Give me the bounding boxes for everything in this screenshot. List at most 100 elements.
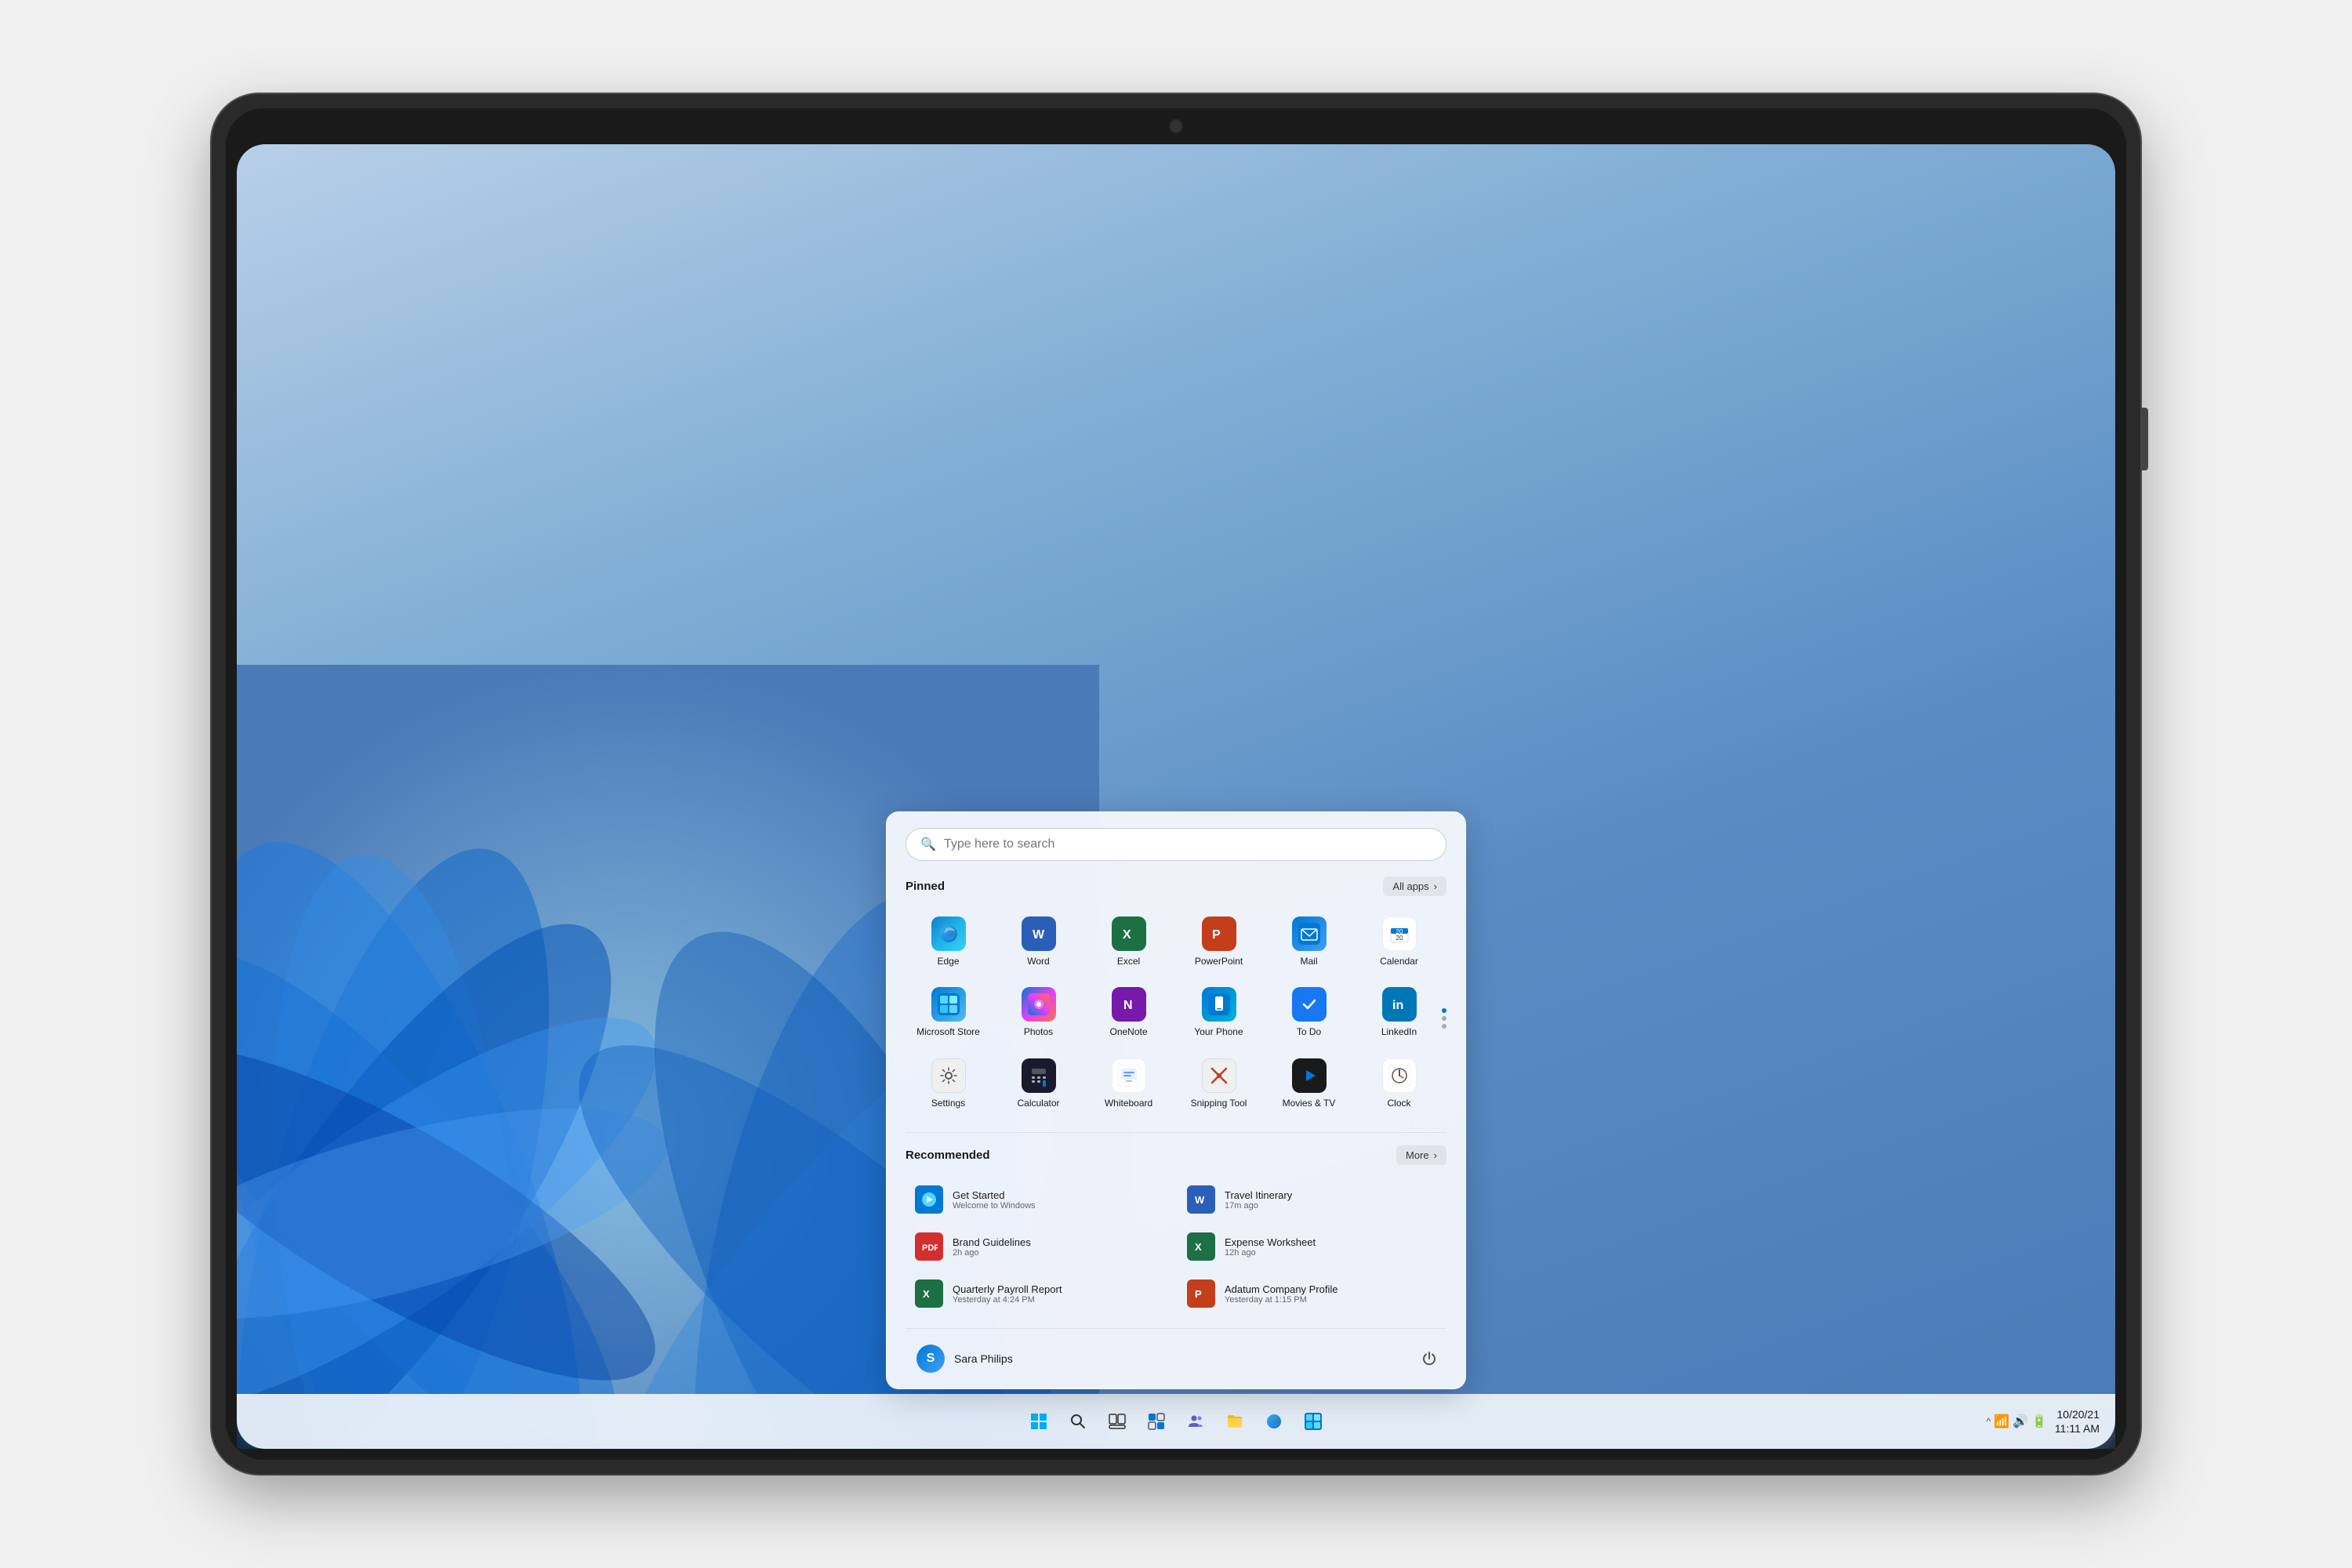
rec-item-expense[interactable]: X Expense Worksheet 12h ago bbox=[1178, 1225, 1446, 1269]
more-button[interactable]: More › bbox=[1396, 1145, 1446, 1165]
store-label: Microsoft Store bbox=[916, 1026, 980, 1037]
svg-text:PDF: PDF bbox=[922, 1243, 938, 1253]
taskbar-explorer-button[interactable] bbox=[1218, 1404, 1252, 1439]
app-item-settings[interactable]: Settings bbox=[906, 1051, 991, 1116]
photos-label: Photos bbox=[1024, 1026, 1053, 1037]
travel-icon: W bbox=[1187, 1185, 1215, 1214]
app-item-onenote[interactable]: N OneNote bbox=[1086, 979, 1171, 1045]
svg-text:P: P bbox=[1195, 1288, 1202, 1300]
app-item-linkedin[interactable]: in LinkedIn bbox=[1356, 979, 1442, 1045]
app-item-word[interactable]: W Word bbox=[996, 909, 1081, 975]
dot-2 bbox=[1442, 1016, 1446, 1021]
pinned-header: Pinned All apps › bbox=[906, 877, 1446, 896]
taskbar: ^ 📶 🔊 🔋 10/20/21 11:11 AM bbox=[237, 1394, 2115, 1449]
todo-label: To Do bbox=[1297, 1026, 1321, 1037]
dot-1 bbox=[1442, 1008, 1446, 1013]
edge-icon bbox=[931, 916, 966, 951]
movies-icon bbox=[1292, 1058, 1327, 1093]
svg-text:in: in bbox=[1392, 999, 1403, 1012]
linkedin-label: LinkedIn bbox=[1381, 1026, 1417, 1037]
app-item-snipping[interactable]: Snipping Tool bbox=[1176, 1051, 1261, 1116]
store-icon bbox=[931, 987, 966, 1022]
taskbar-store-button[interactable] bbox=[1296, 1404, 1330, 1439]
powerpoint-label: PowerPoint bbox=[1195, 956, 1243, 967]
taskbar-start-button[interactable] bbox=[1022, 1404, 1056, 1439]
rec-item-adatum[interactable]: P Adatum Company Profile Yesterday at 1:… bbox=[1178, 1272, 1446, 1316]
movies-label: Movies & TV bbox=[1283, 1098, 1336, 1109]
battery-icon: 🔋 bbox=[2031, 1414, 2047, 1429]
excel-label: Excel bbox=[1117, 956, 1140, 967]
system-icons[interactable]: ^ 📶 🔊 🔋 bbox=[1987, 1414, 2047, 1429]
app-item-movies[interactable]: Movies & TV bbox=[1266, 1051, 1352, 1116]
linkedin-icon: in bbox=[1382, 987, 1417, 1022]
all-apps-button[interactable]: All apps › bbox=[1383, 877, 1446, 896]
user-name: Sara Philips bbox=[954, 1352, 1013, 1365]
tablet-device: 🔍 Pinned All apps › bbox=[212, 94, 2140, 1474]
svg-text:P: P bbox=[1212, 928, 1221, 942]
recommended-header: Recommended More › bbox=[906, 1145, 1446, 1165]
rec-item-get-started[interactable]: Get Started Welcome to Windows bbox=[906, 1178, 1174, 1221]
word-icon: W bbox=[1022, 916, 1056, 951]
app-item-todo[interactable]: To Do bbox=[1266, 979, 1352, 1045]
calendar-label: Calendar bbox=[1380, 956, 1418, 967]
excel-icon: X bbox=[1112, 916, 1146, 951]
travel-text: Travel Itinerary 17m ago bbox=[1225, 1189, 1292, 1210]
recommended-title: Recommended bbox=[906, 1149, 990, 1162]
app-item-calendar[interactable]: 2020 Calendar bbox=[1356, 909, 1442, 975]
taskbar-search-button[interactable] bbox=[1061, 1404, 1095, 1439]
app-item-whiteboard[interactable]: Whiteboard bbox=[1086, 1051, 1171, 1116]
todo-icon bbox=[1292, 987, 1327, 1022]
phone-icon bbox=[1202, 987, 1236, 1022]
volume-icon: 🔊 bbox=[2013, 1414, 2028, 1429]
payroll-icon: X bbox=[915, 1279, 943, 1308]
app-item-excel[interactable]: X Excel bbox=[1086, 909, 1171, 975]
search-input[interactable] bbox=[944, 837, 1432, 851]
app-item-mail[interactable]: Mail bbox=[1266, 909, 1352, 975]
chevron-right-icon-more: › bbox=[1434, 1149, 1437, 1161]
app-item-calculator[interactable]: Calculator bbox=[996, 1051, 1081, 1116]
taskbar-system-tray: ^ 📶 🔊 🔋 10/20/21 11:11 AM bbox=[1987, 1407, 2100, 1436]
app-item-powerpoint[interactable]: P PowerPoint bbox=[1176, 909, 1261, 975]
calendar-icon: 2020 bbox=[1382, 916, 1417, 951]
app-item-store[interactable]: Microsoft Store bbox=[906, 979, 991, 1045]
whiteboard-label: Whiteboard bbox=[1105, 1098, 1152, 1109]
rec-item-brand[interactable]: PDF Brand Guidelines 2h ago bbox=[906, 1225, 1174, 1269]
system-date: 10/20/21 bbox=[2055, 1407, 2100, 1421]
svg-text:X: X bbox=[923, 1288, 930, 1300]
app-item-edge[interactable]: Edge bbox=[906, 909, 991, 975]
chevron-right-icon: › bbox=[1434, 880, 1437, 892]
taskbar-center bbox=[1022, 1404, 1330, 1439]
svg-text:W: W bbox=[1195, 1194, 1205, 1206]
system-clock[interactable]: 10/20/21 11:11 AM bbox=[2055, 1407, 2100, 1436]
whiteboard-icon bbox=[1112, 1058, 1146, 1093]
rec-item-payroll[interactable]: X Quarterly Payroll Report Yesterday at … bbox=[906, 1272, 1174, 1316]
screen: 🔍 Pinned All apps › bbox=[237, 144, 2115, 1449]
page-dots bbox=[1442, 909, 1446, 1129]
settings-icon bbox=[931, 1058, 966, 1093]
app-item-phone[interactable]: Your Phone bbox=[1176, 979, 1261, 1045]
taskbar-teams-button[interactable] bbox=[1178, 1404, 1213, 1439]
taskbar-taskview-button[interactable] bbox=[1100, 1404, 1134, 1439]
system-time: 11:11 AM bbox=[2055, 1421, 2100, 1436]
adatum-icon: P bbox=[1187, 1279, 1215, 1308]
settings-label: Settings bbox=[931, 1098, 965, 1109]
power-icon bbox=[1421, 1351, 1437, 1367]
app-item-photos[interactable]: Photos bbox=[996, 979, 1081, 1045]
app-item-clock[interactable]: Clock bbox=[1356, 1051, 1442, 1116]
start-menu: 🔍 Pinned All apps › bbox=[886, 811, 1466, 1389]
taskbar-widgets-button[interactable] bbox=[1139, 1404, 1174, 1439]
camera bbox=[1169, 119, 1183, 133]
expense-icon: X bbox=[1187, 1232, 1215, 1261]
rec-item-travel[interactable]: W Travel Itinerary 17m ago bbox=[1178, 1178, 1446, 1221]
search-bar[interactable]: 🔍 bbox=[906, 828, 1446, 861]
powerpoint-icon: P bbox=[1202, 916, 1236, 951]
mail-label: Mail bbox=[1300, 956, 1317, 967]
user-info[interactable]: S Sara Philips bbox=[909, 1340, 1021, 1377]
power-button[interactable] bbox=[1415, 1345, 1443, 1373]
recommended-section: Recommended More › bbox=[906, 1132, 1446, 1316]
taskbar-edge-button[interactable] bbox=[1257, 1404, 1291, 1439]
payroll-text: Quarterly Payroll Report Yesterday at 4:… bbox=[953, 1283, 1062, 1305]
svg-text:20: 20 bbox=[1396, 935, 1403, 942]
edge-label: Edge bbox=[937, 956, 959, 967]
chevron-up-icon[interactable]: ^ bbox=[1987, 1416, 1991, 1427]
